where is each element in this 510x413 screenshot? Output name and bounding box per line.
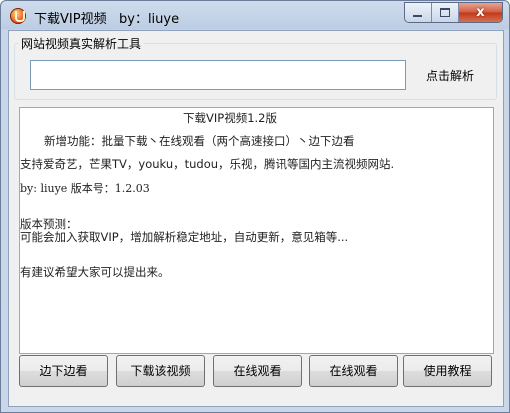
tutorial-button[interactable]: 使用教程 — [403, 355, 492, 387]
notes-features: 新增功能：批量下载丶在线观看（两个高速接口）丶边下边看 — [44, 134, 355, 148]
download-video-button[interactable]: 下载该视频 — [116, 355, 205, 387]
online-watch-button-2[interactable]: 在线观看 — [309, 355, 398, 387]
notes-version: by: liuye 版本号：1.2.03 — [20, 182, 150, 195]
close-icon: x — [476, 5, 485, 20]
title-bar[interactable]: 下载VIP视频 by：liuye x — [1, 1, 509, 30]
info-textarea[interactable]: 下载VIP视频1.2版 新增功能：批量下载丶在线观看（两个高速接口）丶边下边看 … — [19, 107, 494, 354]
app-logo-icon — [10, 8, 26, 24]
watch-while-download-button[interactable]: 边下边看 — [19, 355, 108, 387]
online-watch-button-1[interactable]: 在线观看 — [213, 355, 302, 387]
notes-support: 支持爱奇艺，芒果TV，youku，tudou，乐视，腾讯等国内主流视频网站. — [20, 157, 395, 171]
window-author: by：liuye — [119, 12, 180, 27]
window-title: 下载VIP视频 — [34, 12, 107, 27]
notes-suggestion: 有建议希望大家可以提出来。 — [20, 265, 170, 279]
notes-preview-text: 可能会加入获取VIP，增加解析稳定地址，自动更新，意见箱等... — [20, 230, 349, 244]
app-window: 下载VIP视频 by：liuye x 网站视频真实解析工具 点击解析 下载VIP… — [0, 0, 510, 413]
maximize-icon[interactable] — [432, 3, 459, 22]
notes-heading: 下载VIP视频1.2版 — [183, 111, 277, 125]
group-label: 网站视频真实解析工具 — [18, 35, 145, 52]
parse-button[interactable]: 点击解析 — [415, 65, 485, 87]
minimize-icon[interactable] — [405, 3, 432, 22]
url-input[interactable] — [30, 60, 406, 90]
close-button[interactable]: x — [459, 3, 502, 22]
client-area: 网站视频真实解析工具 点击解析 下载VIP视频1.2版 新增功能：批量下载丶在线… — [8, 30, 504, 407]
caption-buttons: x — [404, 2, 503, 23]
